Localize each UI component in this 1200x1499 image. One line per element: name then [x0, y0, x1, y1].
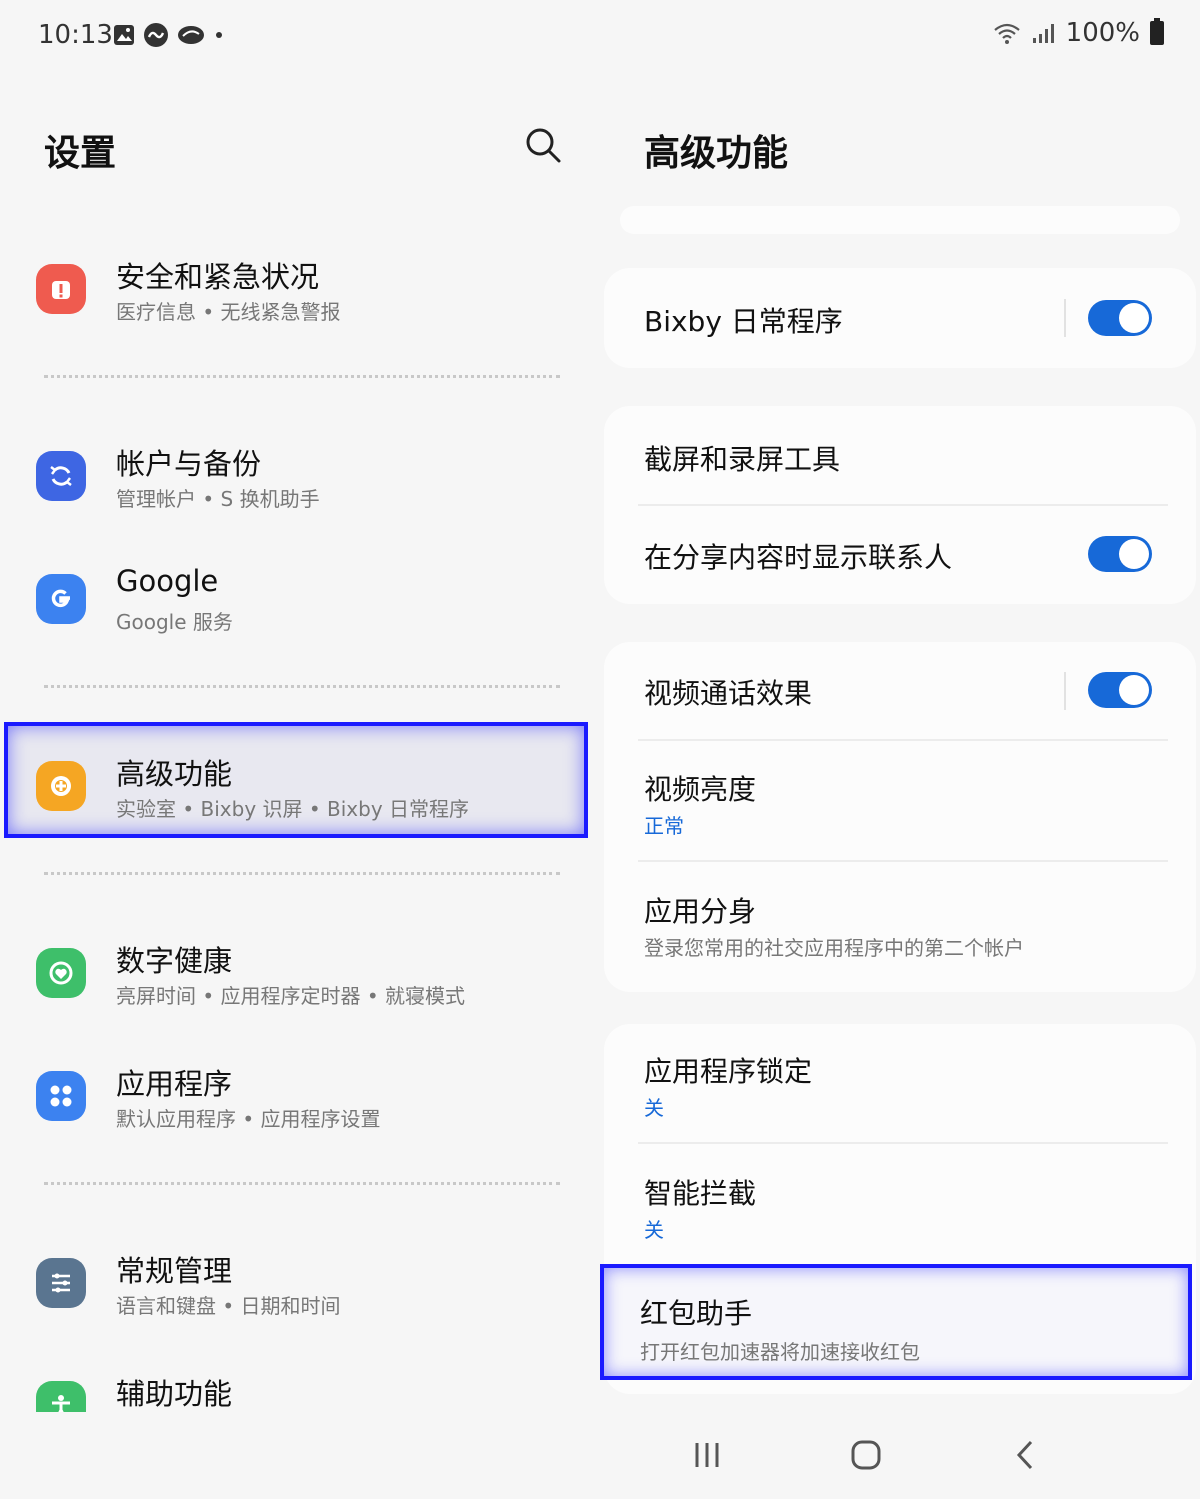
home-icon	[851, 1440, 881, 1470]
item-subtitle: 语言和键盘 • 日期和时间	[116, 1294, 341, 1318]
row-title: Bixby 日常程序	[644, 305, 843, 338]
back-icon	[1016, 1440, 1033, 1470]
settings-item-apps[interactable]: 应用程序 默认应用程序 • 应用程序设置	[0, 1047, 600, 1147]
advanced-features-icon	[36, 761, 86, 811]
wifi-icon	[993, 23, 1020, 44]
back-button[interactable]	[1010, 1438, 1040, 1472]
row-value: 正常	[644, 814, 684, 838]
item-title: 高级功能	[116, 757, 233, 791]
row-value: 关	[644, 1096, 664, 1120]
row-subtitle: 打开红包加速器将加速接收红包	[640, 1340, 920, 1364]
top-card-edge	[620, 206, 1180, 234]
item-subtitle: 默认应用程序 • 应用程序设置	[116, 1107, 381, 1131]
item-title: 常规管理	[116, 1254, 233, 1288]
card-video: 视频通话效果 视频亮度 正常 应用分身 登录您常用的社交应用程序中的第二个帐户	[604, 642, 1196, 992]
row-title: 红包助手	[640, 1297, 753, 1330]
share-contacts-toggle[interactable]	[1088, 536, 1152, 572]
settings-item-general-management[interactable]: 常规管理 语言和键盘 • 日期和时间	[0, 1234, 600, 1334]
recent-apps-icon	[695, 1443, 719, 1467]
row-red-packet-assistant[interactable]: 红包助手 打开红包加速器将加速接收红包	[600, 1270, 1192, 1380]
settings-item-advanced-features[interactable]: 高级功能 实验室 • Bixby 识屏 • Bixby 日常程序	[0, 737, 600, 837]
row-share-contacts[interactable]: 在分享内容时显示联系人	[604, 506, 1196, 604]
recent-apps-button[interactable]	[690, 1438, 724, 1472]
settings-pane: 设置 安全和紧急状况 医疗信息 • 无线紧急警报 帐户与备份 管理帐户 • S …	[0, 72, 600, 1412]
item-subtitle: 实验室 • Bixby 识屏 • Bixby 日常程序	[116, 797, 470, 821]
page-title: 设置	[44, 133, 117, 174]
divider	[44, 1182, 560, 1185]
item-title: 应用程序	[116, 1067, 233, 1101]
row-title: 应用分身	[644, 895, 757, 928]
vertical-divider	[1064, 672, 1066, 710]
battery-icon	[1150, 18, 1164, 45]
row-video-call-effects[interactable]: 视频通话效果	[604, 642, 1196, 740]
divider	[44, 872, 560, 875]
detail-title: 高级功能	[644, 133, 789, 174]
sync-icon	[36, 451, 86, 501]
link-icon	[144, 23, 168, 47]
row-dual-messenger[interactable]: 应用分身 登录您常用的社交应用程序中的第二个帐户	[604, 862, 1196, 987]
bixby-routines-toggle[interactable]	[1088, 300, 1152, 336]
row-title: 智能拦截	[644, 1177, 757, 1210]
cloud-icon	[178, 26, 204, 44]
divider	[44, 685, 560, 688]
item-title: 帐户与备份	[116, 447, 262, 481]
digital-wellbeing-icon	[36, 948, 86, 998]
row-smart-block[interactable]: 智能拦截 关	[604, 1144, 1196, 1264]
row-app-lock[interactable]: 应用程序锁定 关	[604, 1024, 1196, 1142]
row-title: 在分享内容时显示联系人	[644, 541, 953, 574]
divider	[44, 375, 560, 378]
item-subtitle: 医疗信息 • 无线紧急警报	[116, 300, 341, 324]
row-title: 截屏和录屏工具	[644, 443, 841, 476]
google-icon	[36, 574, 86, 624]
row-screenshot-tools[interactable]: 截屏和录屏工具	[604, 406, 1196, 504]
search-icon[interactable]	[522, 124, 564, 166]
signal-icon	[1032, 24, 1054, 43]
card-screenshot: 截屏和录屏工具 在分享内容时显示联系人	[604, 406, 1196, 604]
more-notifications-icon	[216, 32, 222, 38]
item-subtitle: 亮屏时间 • 应用程序定时器 • 就寝模式	[116, 984, 466, 1008]
item-title: Google	[116, 564, 219, 598]
apps-icon	[36, 1071, 86, 1121]
row-subtitle: 登录您常用的社交应用程序中的第二个帐户	[644, 936, 1024, 960]
settings-item-google[interactable]: Google Google 服务	[0, 550, 600, 650]
settings-item-accounts[interactable]: 帐户与备份 管理帐户 • S 换机助手	[0, 427, 600, 527]
navigation-bar	[0, 1412, 1200, 1499]
vertical-divider	[1064, 299, 1066, 337]
gallery-icon	[114, 25, 134, 45]
video-call-effects-toggle[interactable]	[1088, 672, 1152, 708]
status-bar: 10:13 100%	[0, 0, 1200, 72]
settings-item-safety[interactable]: 安全和紧急状况 医疗信息 • 无线紧急警报	[0, 240, 600, 340]
row-title: 应用程序锁定	[644, 1055, 813, 1088]
row-bixby-routines[interactable]: Bixby 日常程序	[604, 268, 1196, 368]
row-title: 视频亮度	[644, 773, 757, 806]
alert-icon	[36, 264, 86, 314]
settings-item-digital-wellbeing[interactable]: 数字健康 亮屏时间 • 应用程序定时器 • 就寝模式	[0, 924, 600, 1024]
item-title: 安全和紧急状况	[116, 260, 320, 294]
row-title: 视频通话效果	[644, 677, 813, 710]
status-time: 10:13	[38, 20, 113, 50]
row-value: 关	[644, 1218, 664, 1242]
item-title: 数字健康	[116, 944, 233, 978]
home-button[interactable]	[848, 1438, 884, 1472]
item-subtitle: 管理帐户 • S 换机助手	[116, 487, 320, 511]
settings-item-accessibility[interactable]: 辅助功能	[0, 1357, 600, 1412]
item-subtitle: Google 服务	[116, 610, 233, 634]
advanced-features-pane: 高级功能 Bixby 日常程序 截屏和录屏工具 在分享内容时显示联系人 视频通话…	[600, 72, 1200, 1412]
card-bixby: Bixby 日常程序	[604, 268, 1196, 368]
accessibility-icon	[36, 1381, 86, 1412]
item-title: 辅助功能	[116, 1377, 233, 1411]
battery-percent: 100%	[1065, 18, 1140, 48]
row-video-brightness[interactable]: 视频亮度 正常	[604, 740, 1196, 860]
notification-icons	[113, 22, 225, 48]
sliders-icon	[36, 1258, 86, 1308]
